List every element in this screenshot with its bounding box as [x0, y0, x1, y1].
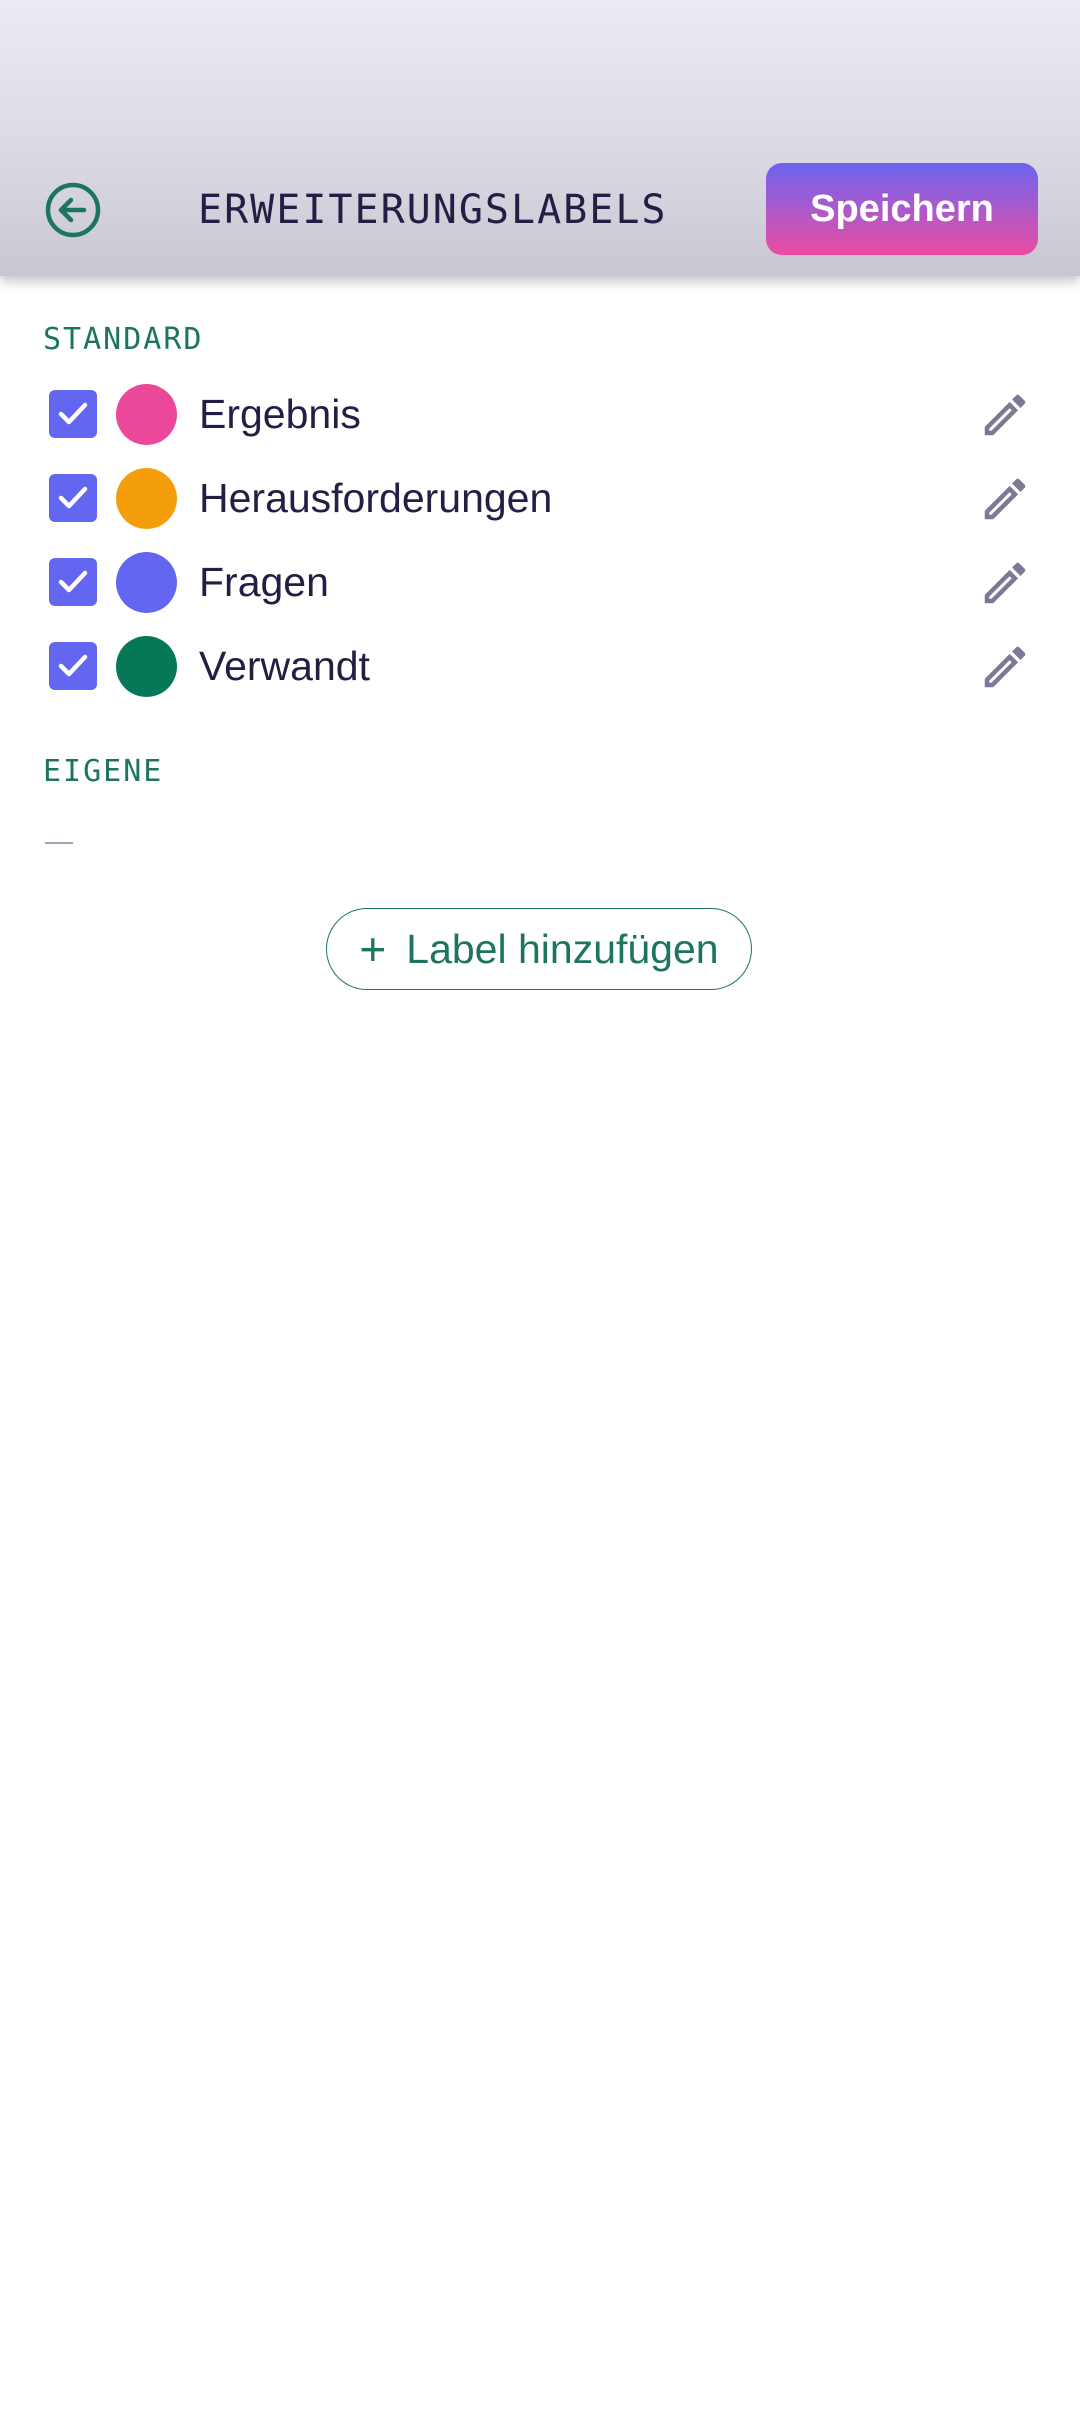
checkbox[interactable]: [49, 558, 97, 606]
label-row-ergebnis: Ergebnis: [0, 372, 1080, 456]
save-button[interactable]: Speichern: [766, 163, 1038, 255]
pencil-icon: [984, 394, 1026, 436]
label-name: Ergebnis: [199, 391, 361, 437]
edit-button[interactable]: [978, 388, 1032, 442]
label-name: Verwandt: [199, 643, 370, 689]
plus-icon: +: [359, 923, 387, 975]
arrow-left-circle-icon: [45, 182, 101, 238]
add-label-button[interactable]: + Label hinzufügen: [326, 908, 752, 990]
section-label-custom: EIGENE: [43, 754, 164, 789]
pencil-icon: [984, 478, 1026, 520]
app-header: ERWEITERUNGSLABELS Speichern: [0, 0, 1080, 276]
empty-placeholder: [45, 842, 73, 844]
edit-button[interactable]: [978, 640, 1032, 694]
color-dot: [116, 468, 177, 529]
label-row-herausforderungen: Herausforderungen: [0, 456, 1080, 540]
checkbox[interactable]: [49, 642, 97, 690]
label-row-verwandt: Verwandt: [0, 624, 1080, 708]
color-dot: [116, 552, 177, 613]
edit-button[interactable]: [978, 472, 1032, 526]
pencil-icon: [984, 646, 1026, 688]
check-icon: [58, 654, 88, 677]
check-icon: [58, 570, 88, 593]
checkbox[interactable]: [49, 474, 97, 522]
label-name: Fragen: [199, 559, 329, 605]
check-icon: [58, 402, 88, 425]
section-label-standard: STANDARD: [43, 322, 204, 357]
check-icon: [58, 486, 88, 509]
edit-button[interactable]: [978, 556, 1032, 610]
page-title: ERWEITERUNGSLABELS: [198, 187, 668, 233]
pencil-icon: [984, 562, 1026, 604]
label-row-fragen: Fragen: [0, 540, 1080, 624]
label-name: Herausforderungen: [199, 475, 553, 521]
add-label-text: Label hinzufügen: [406, 925, 719, 972]
checkbox[interactable]: [49, 390, 97, 438]
color-dot: [116, 384, 177, 445]
color-dot: [116, 636, 177, 697]
back-button[interactable]: [44, 181, 102, 239]
